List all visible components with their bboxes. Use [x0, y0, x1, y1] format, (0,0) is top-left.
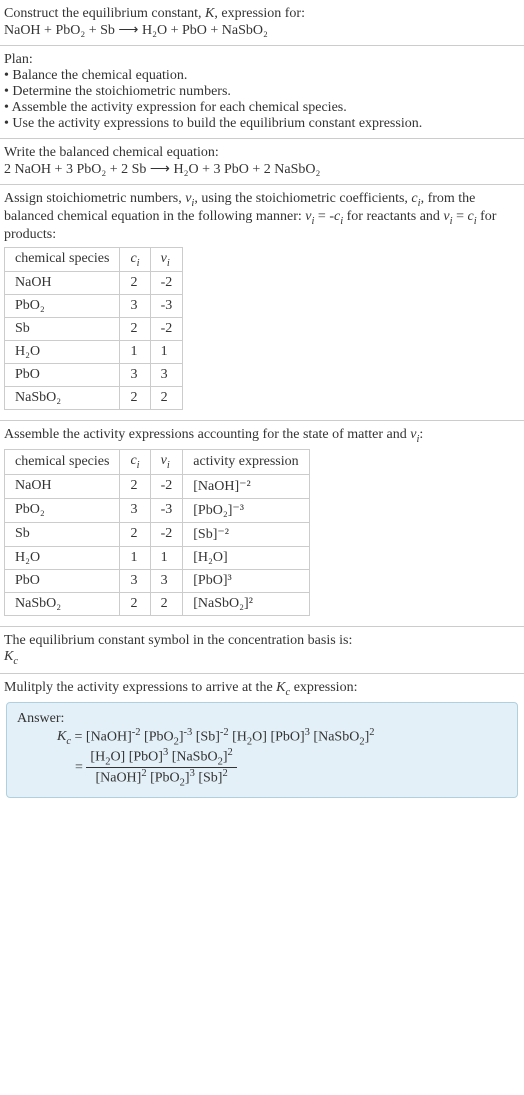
plan-bullet-3: • Assemble the activity expression for e…	[4, 100, 520, 116]
stoich-section: Assign stoichiometric numbers, νi, using…	[0, 185, 524, 421]
answer-title: Answer:	[17, 711, 507, 727]
activity-intro: Assemble the activity expressions accoun…	[4, 427, 520, 445]
fraction-numerator: [H2O] [PbO]3 [NaSbO2]2	[86, 747, 236, 768]
activity-section: Assemble the activity expressions accoun…	[0, 421, 524, 627]
table-row: NaOH2-2[NaOH]⁻²	[5, 474, 310, 498]
balanced-title: Write the balanced chemical equation:	[4, 145, 520, 161]
table-row: PbO₂3-3	[5, 295, 183, 318]
equals-sign: =	[75, 760, 86, 775]
table-row: NaOH2-2	[5, 272, 183, 295]
col-ci: ci	[120, 247, 150, 272]
activity-table: chemical species ci νi activity expressi…	[4, 449, 310, 616]
answer-eq-1: Kc = [NaOH]-2 [PbO2]-3 [Sb]-2 [H2O] [PbO…	[57, 727, 507, 747]
table-row: H₂O11[H₂O]	[5, 546, 310, 569]
answer-eq-2: = [H2O] [PbO]3 [NaSbO2]2 [NaOH]2 [PbO2]3…	[75, 747, 507, 789]
col-species: chemical species	[5, 450, 120, 475]
multiply-intro: Mulitply the activity expressions to arr…	[4, 680, 520, 698]
table-row: H₂O11	[5, 341, 183, 364]
multiply-section: Mulitply the activity expressions to arr…	[0, 674, 524, 812]
plan-section: Plan: • Balance the chemical equation. •…	[0, 46, 524, 139]
stoich-intro: Assign stoichiometric numbers, νi, using…	[4, 191, 520, 243]
table-row: Sb2-2[Sb]⁻²	[5, 522, 310, 546]
table-row: NaSbO₂22	[5, 387, 183, 410]
col-ci: ci	[120, 450, 150, 475]
table-row: PbO33[PbO]³	[5, 569, 310, 592]
balanced-section: Write the balanced chemical equation: 2 …	[0, 139, 524, 185]
symbol-intro: The equilibrium constant symbol in the c…	[4, 633, 520, 649]
table-row: Sb2-2	[5, 318, 183, 341]
fraction: [H2O] [PbO]3 [NaSbO2]2 [NaOH]2 [PbO2]3 […	[86, 747, 236, 789]
col-vi: νi	[150, 247, 183, 272]
fraction-denominator: [NaOH]2 [PbO2]3 [Sb]2	[86, 768, 236, 788]
table-row: PbO₂3-3[PbO₂]⁻³	[5, 498, 310, 522]
answer-box: Answer: Kc = [NaOH]-2 [PbO2]-3 [Sb]-2 [H…	[6, 702, 518, 798]
table-row: NaSbO₂22[NaSbO₂]²	[5, 592, 310, 615]
symbol-kc: Kc	[4, 649, 520, 667]
symbol-section: The equilibrium constant symbol in the c…	[0, 627, 524, 674]
table-header-row: chemical species ci νi activity expressi…	[5, 450, 310, 475]
plan-bullet-2: • Determine the stoichiometric numbers.	[4, 84, 520, 100]
col-vi: νi	[150, 450, 183, 475]
balanced-equation: 2 NaOH + 3 PbO₂ + 2 Sb ⟶ H₂O + 3 PbO + 2…	[4, 161, 520, 178]
plan-bullet-1: • Balance the chemical equation.	[4, 68, 520, 84]
prompt-section: Construct the equilibrium constant, K, e…	[0, 0, 524, 46]
prompt-line-1: Construct the equilibrium constant, K, e…	[4, 6, 520, 22]
table-header-row: chemical species ci νi	[5, 247, 183, 272]
plan-bullet-4: • Use the activity expressions to build …	[4, 116, 520, 132]
table-row: PbO33	[5, 364, 183, 387]
prompt-equation: NaOH + PbO₂ + Sb ⟶ H₂O + PbO + NaSbO₂	[4, 22, 520, 39]
plan-title: Plan:	[4, 52, 520, 68]
col-activity: activity expression	[183, 450, 309, 475]
stoich-table: chemical species ci νi NaOH2-2 PbO₂3-3 S…	[4, 247, 183, 411]
col-species: chemical species	[5, 247, 120, 272]
